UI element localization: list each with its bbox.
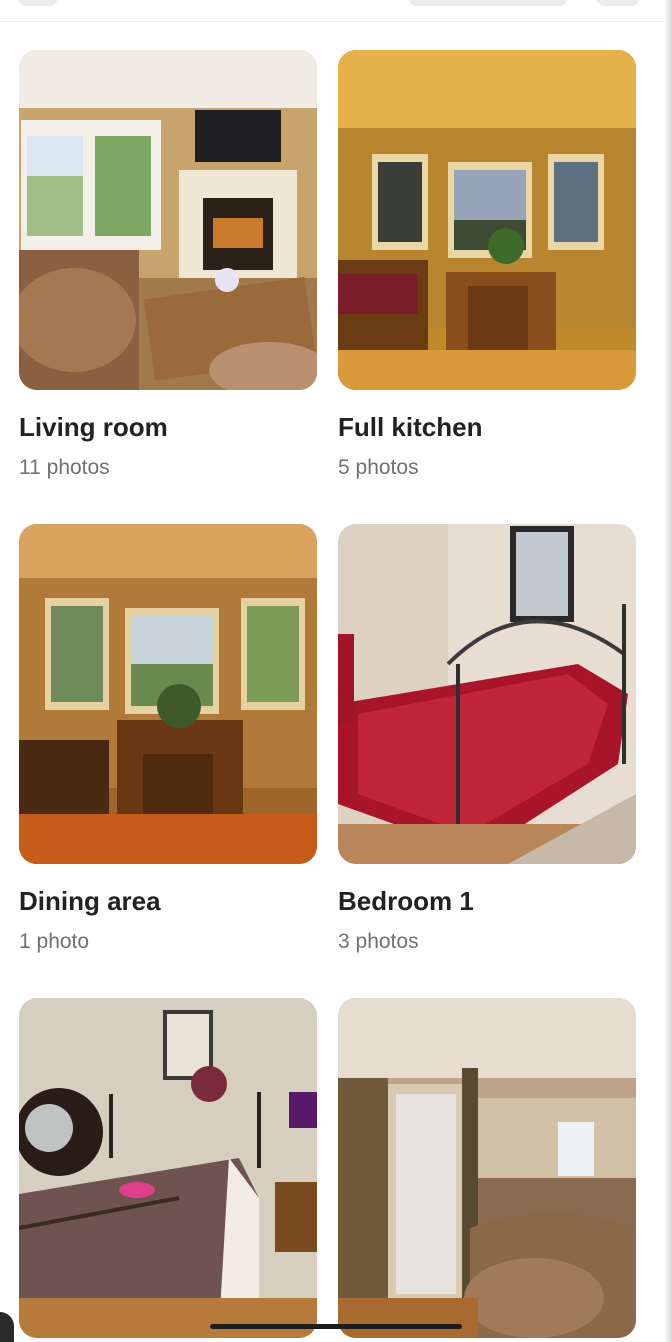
photo-count: 3 photos [338,930,419,953]
dining-area-photo[interactable] [19,524,317,864]
device-corner [0,1312,14,1342]
hallway-photo[interactable] [338,998,636,1338]
photo-count: 5 photos [338,456,419,479]
living-room-photo[interactable] [19,50,317,390]
room-card-living-room[interactable]: Living room 11 photos [19,50,317,479]
bedroom-2-photo[interactable] [19,998,317,1338]
header-divider [0,21,672,22]
scroll-edge-shadow [664,0,672,1342]
room-card-dining-area[interactable]: Dining area 1 photo [19,524,317,953]
bedroom-photo[interactable] [338,524,636,864]
room-card-full-kitchen[interactable]: Full kitchen 5 photos [338,50,636,479]
room-card-bedroom-1[interactable]: Bedroom 1 3 photos [338,524,636,953]
room-title: Dining area [19,886,161,916]
photo-count: 11 photos [19,456,110,479]
header-pill-button[interactable] [408,0,568,6]
room-title: Bedroom 1 [338,886,474,916]
home-indicator[interactable] [210,1324,462,1329]
top-bar [0,0,672,22]
room-card-hallway[interactable] [338,998,636,1338]
room-card-bedroom-2[interactable] [19,998,317,1338]
kitchen-photo[interactable] [338,50,636,390]
photo-count: 1 photo [19,930,90,953]
room-title: Living room [19,412,168,442]
header-action-button[interactable] [596,0,640,6]
room-title: Full kitchen [338,412,483,442]
back-button[interactable] [18,0,58,6]
